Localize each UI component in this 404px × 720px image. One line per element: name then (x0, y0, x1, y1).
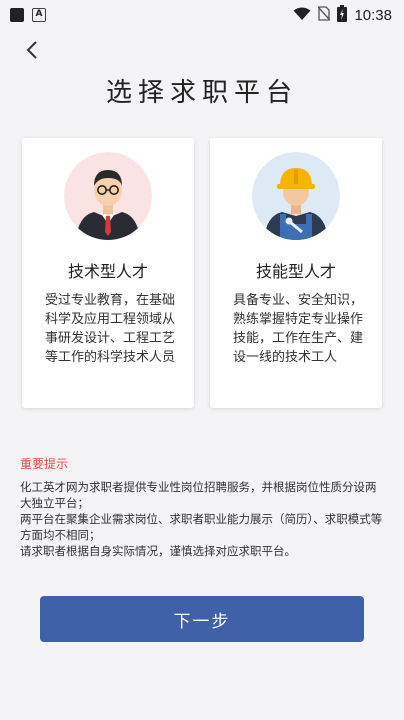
next-button[interactable]: 下一步 (40, 596, 364, 642)
wifi-icon (293, 6, 311, 25)
battery-charging-icon (337, 4, 348, 26)
status-time: 10:38 (354, 6, 392, 24)
card-skilled-talent[interactable]: 技能型人才 具备专业、安全知识，熟练掌握特定专业操作技能，工作在生产、建设一线的… (210, 138, 382, 408)
notice-line: 化工英才网为求职者提供专业性岗位招聘服务，并根据岗位性质分设两大独立平台； (20, 480, 377, 510)
notice-line: 两平台在聚集企业需求岗位、求职者职业能力展示（简历）、求职模式等方面均不相同； (20, 512, 383, 542)
card-title: 技能型人才 (255, 262, 336, 281)
card-technical-talent[interactable]: 技术型人才 受过专业教育，在基础科学及应用工程领域从事研发设计、工程工艺等工作的… (22, 138, 194, 408)
no-sim-icon (317, 5, 331, 25)
notice-line: 请求职者根据自身实际情况，谨慎选择对应求职平台。 (20, 544, 296, 558)
card-title: 技术型人才 (67, 262, 148, 281)
business-man-avatar (64, 152, 152, 240)
a-notification-icon: A (32, 8, 46, 22)
worker-helmet-avatar (252, 152, 340, 240)
status-bar-left: A (10, 8, 46, 22)
square-icon (10, 8, 24, 22)
chevron-left-icon (26, 41, 37, 59)
status-bar-right: 10:38 (293, 4, 392, 26)
page-title: 选择求职平台 (105, 78, 298, 108)
status-bar: A 10:38 (0, 0, 404, 30)
card-description: 具备专业、安全知识，熟练掌握特定专业操作技能，工作在生产、建设一线的技术工人 (233, 293, 364, 365)
card-description: 受过专业教育，在基础科学及应用工程领域从事研发设计、工程工艺等工作的科学技术人员 (45, 293, 176, 365)
notice-title: 重要提示 (20, 457, 69, 471)
notice-body: 化工英才网为求职者提供专业性岗位招聘服务，并根据岗位性质分设两大独立平台； 两平… (20, 479, 386, 559)
back-button[interactable] (20, 38, 44, 62)
